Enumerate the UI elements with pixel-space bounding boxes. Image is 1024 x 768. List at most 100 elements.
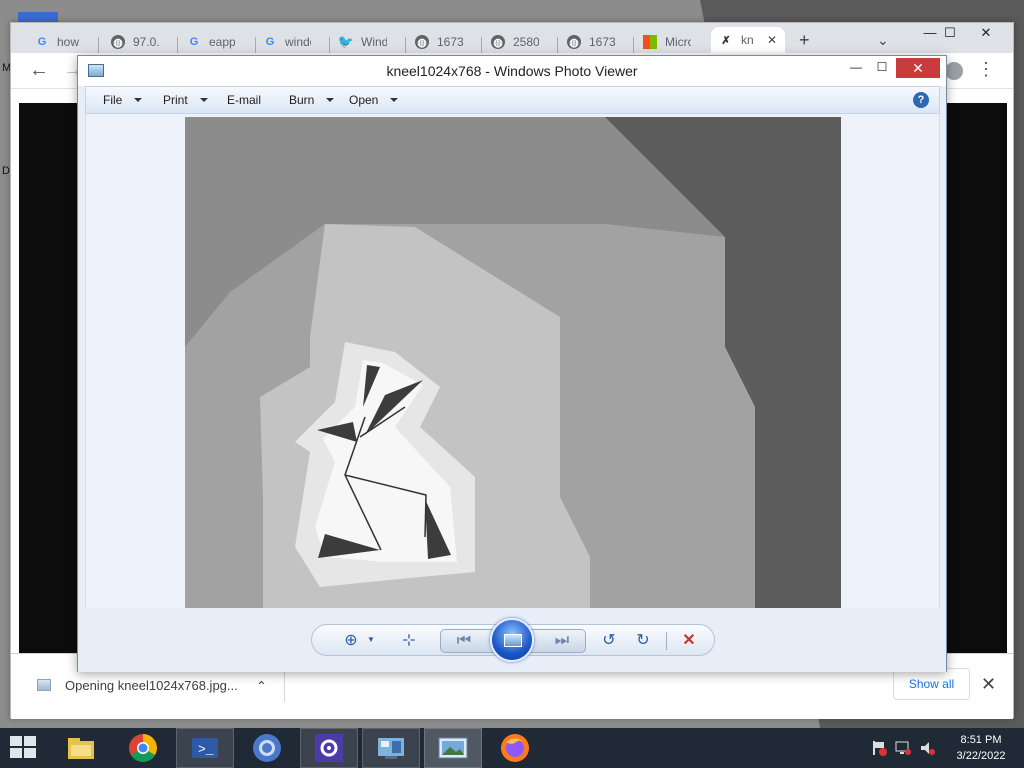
taskbar-firefox[interactable] — [486, 728, 544, 768]
browser-tab[interactable]: 🐦 Windo — [339, 31, 387, 53]
browser-tab-active[interactable]: ✗ kn ✕ — [711, 27, 785, 53]
download-item[interactable]: Opening kneel1024x768.jpg... ⌄ — [37, 674, 267, 696]
svg-text:>_: >_ — [198, 742, 214, 757]
browser-tab[interactable]: ◍ 16738 — [415, 31, 463, 53]
menu-email[interactable]: E-mail — [227, 93, 261, 107]
chevron-down-icon — [199, 98, 208, 102]
chrome-icon — [129, 734, 157, 762]
taskbar-chrome[interactable] — [114, 728, 172, 768]
menu-label: Burn — [289, 93, 315, 107]
new-tab-button[interactable]: + — [799, 29, 810, 51]
chevron-down-icon[interactable]: ▼ — [360, 635, 382, 644]
browser-tab[interactable]: G eappx — [187, 31, 235, 53]
close-download-shelf-button[interactable]: ✕ — [981, 674, 996, 695]
taskbar-chromium[interactable] — [238, 728, 296, 768]
tab-label: windo — [285, 35, 311, 49]
taskbar-photo-viewer[interactable] — [424, 728, 482, 768]
chevron-down-icon — [134, 98, 143, 102]
action-center-flag-icon[interactable] — [870, 739, 888, 757]
clock-date: 3/22/2022 — [956, 750, 1006, 762]
browser-tab[interactable]: ◍ 25807 — [491, 31, 539, 53]
back-button[interactable]: ← — [29, 59, 49, 82]
profile-avatar[interactable] — [945, 62, 963, 80]
control-panel-icon — [378, 738, 404, 759]
help-icon[interactable]: ? — [913, 92, 929, 108]
rotate-counterclockwise-icon[interactable]: ↺ — [598, 630, 620, 650]
close-tab-icon[interactable]: ✕ — [767, 33, 777, 47]
desktop-edge-label: D — [2, 165, 10, 177]
chromium-icon — [253, 734, 281, 762]
menu-file[interactable]: File — [103, 93, 143, 107]
tab-label: kn — [741, 33, 754, 47]
menu-burn[interactable]: Burn — [289, 93, 335, 107]
control-bar: ⊕ ▼ ⊹ ⏮ ⏭ ↺ ↻ ✕ — [311, 618, 715, 662]
google-icon: G — [189, 36, 199, 48]
browser-tab[interactable]: Micro — [643, 31, 691, 53]
firefox-icon — [501, 734, 529, 762]
taskbar-control-panel[interactable] — [362, 728, 420, 768]
google-icon: G — [37, 36, 47, 48]
browser-tab[interactable]: G windo — [263, 31, 311, 53]
taskbar-settings[interactable] — [300, 728, 358, 768]
minimize-button[interactable]: — — [846, 60, 866, 74]
next-icon[interactable]: ⏭ — [551, 632, 573, 650]
browser-tab[interactable]: ◍ 16738 — [567, 31, 615, 53]
globe-icon: ◍ — [567, 35, 581, 49]
tab-label: how m — [57, 35, 83, 49]
tab-label: eappx — [209, 35, 235, 49]
chevron-down-icon — [390, 98, 399, 102]
globe-icon: ◍ — [491, 35, 505, 49]
settings-icon — [315, 734, 343, 762]
tab-label: 25807 — [513, 35, 539, 49]
delete-icon[interactable]: ✕ — [678, 630, 700, 650]
menu-label: File — [103, 93, 123, 107]
network-icon[interactable] — [894, 739, 912, 757]
menu-label: Print — [163, 93, 188, 107]
zoom-icon[interactable]: ⊕ — [340, 630, 362, 650]
menu-print[interactable]: Print — [163, 93, 208, 107]
start-button[interactable] — [10, 736, 38, 760]
chevron-up-icon[interactable]: ⌄ — [256, 677, 267, 693]
taskbar-powershell[interactable]: >_ — [176, 728, 234, 768]
rotate-clockwise-icon[interactable]: ↻ — [632, 630, 654, 650]
taskbar: >_ 8:51 PM 3/22/2022 — [0, 728, 1024, 768]
close-window-button[interactable]: ✕ — [971, 25, 1001, 41]
volume-muted-icon[interactable] — [918, 739, 936, 757]
photo-viewer-icon — [438, 737, 468, 759]
close-window-button[interactable]: ✕ — [896, 58, 940, 78]
google-icon: G — [265, 36, 275, 48]
actual-size-icon[interactable]: ⊹ — [398, 630, 420, 650]
maximize-button[interactable]: ☐ — [872, 60, 892, 74]
twitter-icon: 🐦 — [339, 34, 355, 49]
photo-viewer-titlebar: kneel1024x768 - Windows Photo Viewer — ☐… — [78, 56, 946, 86]
tab-search-button[interactable]: ⌄ — [877, 29, 889, 51]
photo-viewer-menubar: File Print E-mail Burn Open ? — [85, 86, 940, 114]
taskbar-clock[interactable]: 8:51 PM 3/22/2022 — [942, 732, 1020, 764]
menu-open[interactable]: Open — [349, 93, 399, 107]
photo-viewer-window: kneel1024x768 - Windows Photo Viewer — ☐… — [77, 55, 947, 672]
slideshow-button[interactable] — [490, 618, 534, 662]
tab-label: Windo — [361, 35, 387, 49]
system-tray — [870, 728, 942, 768]
browser-tab[interactable]: ◍ 97.0.4 — [111, 31, 159, 53]
taskbar-file-explorer[interactable] — [52, 728, 110, 768]
chevron-down-icon — [326, 98, 335, 102]
show-all-button[interactable]: Show all — [893, 668, 970, 700]
tab-label: 97.0.4 — [133, 35, 159, 49]
photo-viewer-controls: ⊕ ▼ ⊹ ⏮ ⏭ ↺ ↻ ✕ — [78, 608, 946, 672]
maximize-button[interactable]: ☐ — [935, 25, 965, 41]
image-file-icon — [37, 679, 51, 691]
globe-icon: ◍ — [111, 35, 125, 49]
page-icon: ✗ — [721, 34, 731, 47]
image-stage — [85, 114, 940, 608]
chrome-menu-button[interactable]: ⋮ — [977, 59, 995, 80]
tab-strip: G how m ◍ 97.0.4 G eappx G windo 🐦 Windo… — [11, 23, 1013, 53]
download-status-text: Opening kneel1024x768.jpg... — [65, 677, 238, 693]
file-explorer-icon — [68, 738, 94, 759]
menu-label: Open — [349, 93, 379, 107]
powershell-icon: >_ — [192, 738, 218, 758]
menu-label: E-mail — [227, 93, 262, 107]
browser-tab[interactable]: G how m — [35, 31, 83, 53]
microsoft-icon — [643, 35, 657, 49]
previous-icon[interactable]: ⏮ — [453, 632, 475, 650]
